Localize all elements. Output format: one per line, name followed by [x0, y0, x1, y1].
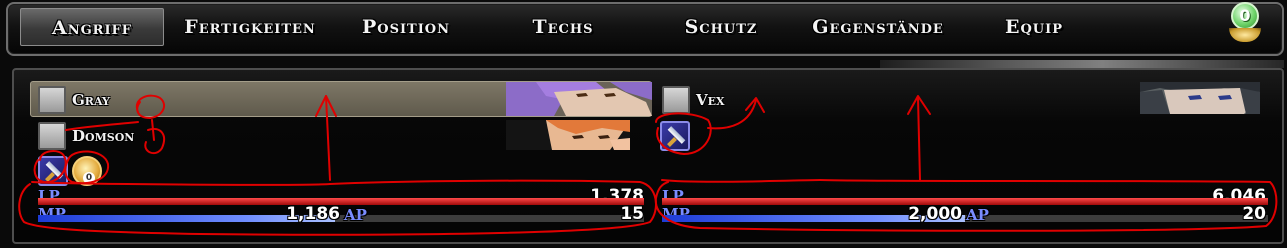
lp-bar-fill-left	[38, 198, 644, 205]
select-checkbox-gray[interactable]	[38, 86, 66, 114]
portrait-vex	[1140, 82, 1260, 114]
lp-bar-fill-right	[662, 198, 1268, 205]
mp-bar-left	[38, 215, 644, 222]
tab-position[interactable]: Position	[344, 8, 468, 46]
mp-bar-right	[662, 215, 1268, 222]
sword-icon	[38, 156, 68, 186]
mp-value-right: 2,000	[908, 204, 962, 224]
sword-icon-right	[660, 121, 690, 151]
select-checkbox-vex[interactable]	[662, 86, 690, 114]
character-name-gray: Gray	[72, 91, 110, 109]
tab-equip[interactable]: Equip	[986, 8, 1082, 46]
portrait-gray	[506, 82, 652, 116]
tab-gegenstaende[interactable]: Gegenstände	[800, 8, 956, 46]
character-name-vex: Vex	[696, 91, 725, 109]
mp-value-left: 1,186	[286, 204, 340, 224]
character-name-domson: Domson	[72, 127, 135, 145]
tab-angriff[interactable]: Angriff	[20, 8, 164, 46]
panel-accent	[880, 60, 1284, 68]
portrait-domson	[506, 120, 630, 150]
tab-fertigkeiten[interactable]: Fertigkeiten	[176, 8, 324, 46]
ap-value-left: 15	[620, 204, 644, 224]
select-checkbox-domson[interactable]	[38, 122, 66, 150]
gold-orb-value: 0	[83, 172, 95, 184]
ap-label-right: AP	[966, 206, 989, 224]
ap-value-right: 20	[1242, 204, 1266, 224]
badge-value: 0	[1231, 2, 1259, 30]
ap-label-left: AP	[344, 206, 367, 224]
lp-bar-left	[38, 198, 644, 205]
badge-base	[1229, 28, 1261, 42]
tab-schutz[interactable]: Schutz	[664, 8, 778, 46]
gold-orb-icon: 0	[72, 156, 102, 186]
level-badge-icon: 0	[1226, 0, 1264, 44]
tab-techs[interactable]: Techs	[506, 8, 620, 46]
lp-bar-right	[662, 198, 1268, 205]
